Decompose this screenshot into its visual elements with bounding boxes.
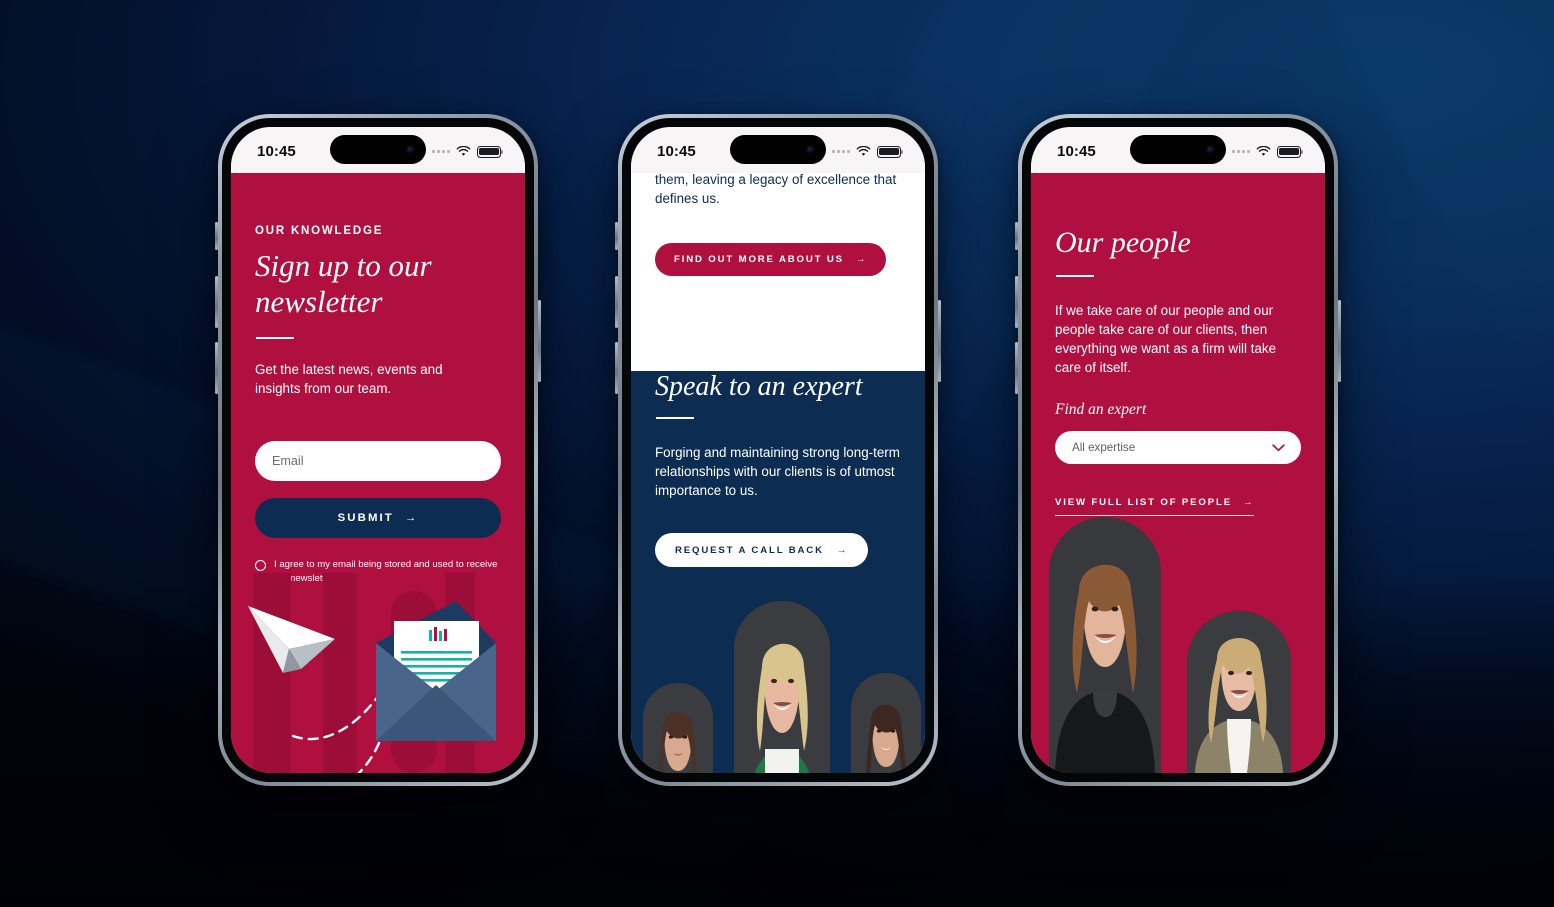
submit-button[interactable]: SUBMIT → <box>255 497 501 538</box>
cellular-signal-icon <box>1232 150 1250 153</box>
phone-bezel: 10:45 them, leaving a legacy of excellen… <box>622 118 934 782</box>
person-portrait-large[interactable] <box>1049 517 1161 773</box>
title-underline-rule <box>656 417 694 419</box>
expert-portraits-group <box>631 595 925 773</box>
about-us-paragraph: them, leaving a legacy of excellence tha… <box>655 173 897 207</box>
view-full-list-label: VIEW FULL LIST OF PEOPLE <box>1055 497 1232 509</box>
wifi-icon <box>1256 146 1271 156</box>
section-title: Speak to an expert <box>655 371 863 402</box>
find-out-more-label: FIND OUT MORE ABOUT US <box>674 254 844 265</box>
volume-up-button[interactable] <box>615 276 618 328</box>
status-bar-time: 10:45 <box>257 142 296 160</box>
volume-down-button[interactable] <box>1015 342 1018 394</box>
power-button[interactable] <box>1338 300 1341 382</box>
phone1-screen: 10:45 OUR KNOWLEDGE Sign up to our newsl… <box>231 127 525 773</box>
page-title: Sign up to our newsletter <box>255 248 432 320</box>
our-people-page: Our people If we take care of our people… <box>1031 173 1325 773</box>
newsletter-page: OUR KNOWLEDGE Sign up to our newsletter … <box>231 173 525 773</box>
battery-icon <box>477 145 504 158</box>
title-underline-rule <box>256 336 294 339</box>
battery-icon <box>877 145 904 158</box>
expert-section: Speak to an expert Forging and maintaini… <box>631 371 925 773</box>
battery-icon <box>1277 145 1304 158</box>
request-call-back-button[interactable]: REQUEST A CALL BACK → <box>655 533 869 568</box>
about-us-section: them, leaving a legacy of excellence tha… <box>631 173 925 321</box>
submit-button-label: SUBMIT <box>337 511 394 524</box>
expert-portrait-centre[interactable] <box>734 601 830 773</box>
volume-down-button[interactable] <box>215 342 218 394</box>
page-body-text: If we take care of our people and our pe… <box>1055 303 1277 376</box>
phone-mockup-our-people: 10:45 Our people If we take care of our … <box>1015 114 1341 786</box>
arrow-right-icon: → <box>1242 497 1255 509</box>
portrait-art-large <box>1049 517 1161 773</box>
consent-radio-icon[interactable] <box>255 559 266 571</box>
wifi-icon <box>456 146 471 156</box>
arrow-right-icon: → <box>836 544 849 556</box>
silent-switch[interactable] <box>615 222 618 250</box>
portrait-art-small <box>1187 611 1291 773</box>
title-underline-rule <box>1056 275 1094 277</box>
phone-mockup-newsletter: 10:45 OUR KNOWLEDGE Sign up to our newsl… <box>215 114 541 786</box>
arrow-right-icon: → <box>855 254 868 265</box>
portrait-art-left <box>643 683 713 773</box>
email-input-placeholder: Email <box>272 453 304 468</box>
request-call-back-label: REQUEST A CALL BACK <box>675 544 824 556</box>
page-eyebrow: OUR KNOWLEDGE <box>255 225 384 237</box>
phone2-screen: 10:45 them, leaving a legacy of excellen… <box>631 127 925 773</box>
cellular-signal-icon <box>432 150 450 153</box>
page-title: Our people <box>1055 226 1191 259</box>
arrow-right-icon: → <box>404 511 419 524</box>
phone-mockup-speak-to-expert: 10:45 them, leaving a legacy of excellen… <box>615 114 941 786</box>
cellular-signal-icon <box>832 150 850 153</box>
expertise-select-value: All expertise <box>1072 441 1136 455</box>
status-bar-time: 10:45 <box>1057 142 1096 160</box>
section-body-text: Forging and maintaining strong long-term… <box>655 445 900 499</box>
people-portraits-group <box>1031 511 1325 773</box>
volume-up-button[interactable] <box>215 276 218 328</box>
portrait-art-right <box>851 673 921 773</box>
find-an-expert-label: Find an expert <box>1055 401 1147 419</box>
paper-plane-and-open-envelope-illustration <box>248 573 496 773</box>
dynamic-island <box>730 135 826 164</box>
expertise-select[interactable]: All expertise <box>1055 431 1301 465</box>
silent-switch[interactable] <box>1015 222 1018 250</box>
wifi-icon <box>856 146 871 156</box>
email-input[interactable]: Email <box>255 440 501 481</box>
silent-switch[interactable] <box>215 222 218 250</box>
find-out-more-button[interactable]: FIND OUT MORE ABOUT US → <box>655 243 887 276</box>
phone3-screen: 10:45 Our people If we take care of our … <box>1031 127 1325 773</box>
expert-portrait-right[interactable] <box>851 673 921 773</box>
dynamic-island <box>330 135 426 164</box>
power-button[interactable] <box>938 300 941 382</box>
speak-to-expert-page: them, leaving a legacy of excellence tha… <box>631 173 925 773</box>
phone-bezel: 10:45 OUR KNOWLEDGE Sign up to our newsl… <box>222 118 534 782</box>
phone-bezel: 10:45 Our people If we take care of our … <box>1022 118 1334 782</box>
person-portrait-small[interactable] <box>1187 611 1291 773</box>
page-body-text: Get the latest news, events and insights… <box>255 361 443 396</box>
status-bar-time: 10:45 <box>657 142 696 160</box>
power-button[interactable] <box>538 300 541 382</box>
volume-down-button[interactable] <box>615 342 618 394</box>
portrait-art-centre <box>734 601 830 773</box>
chevron-down-icon <box>1272 444 1285 451</box>
expert-portrait-left[interactable] <box>643 683 713 773</box>
volume-up-button[interactable] <box>1015 276 1018 328</box>
dynamic-island <box>1130 135 1226 164</box>
